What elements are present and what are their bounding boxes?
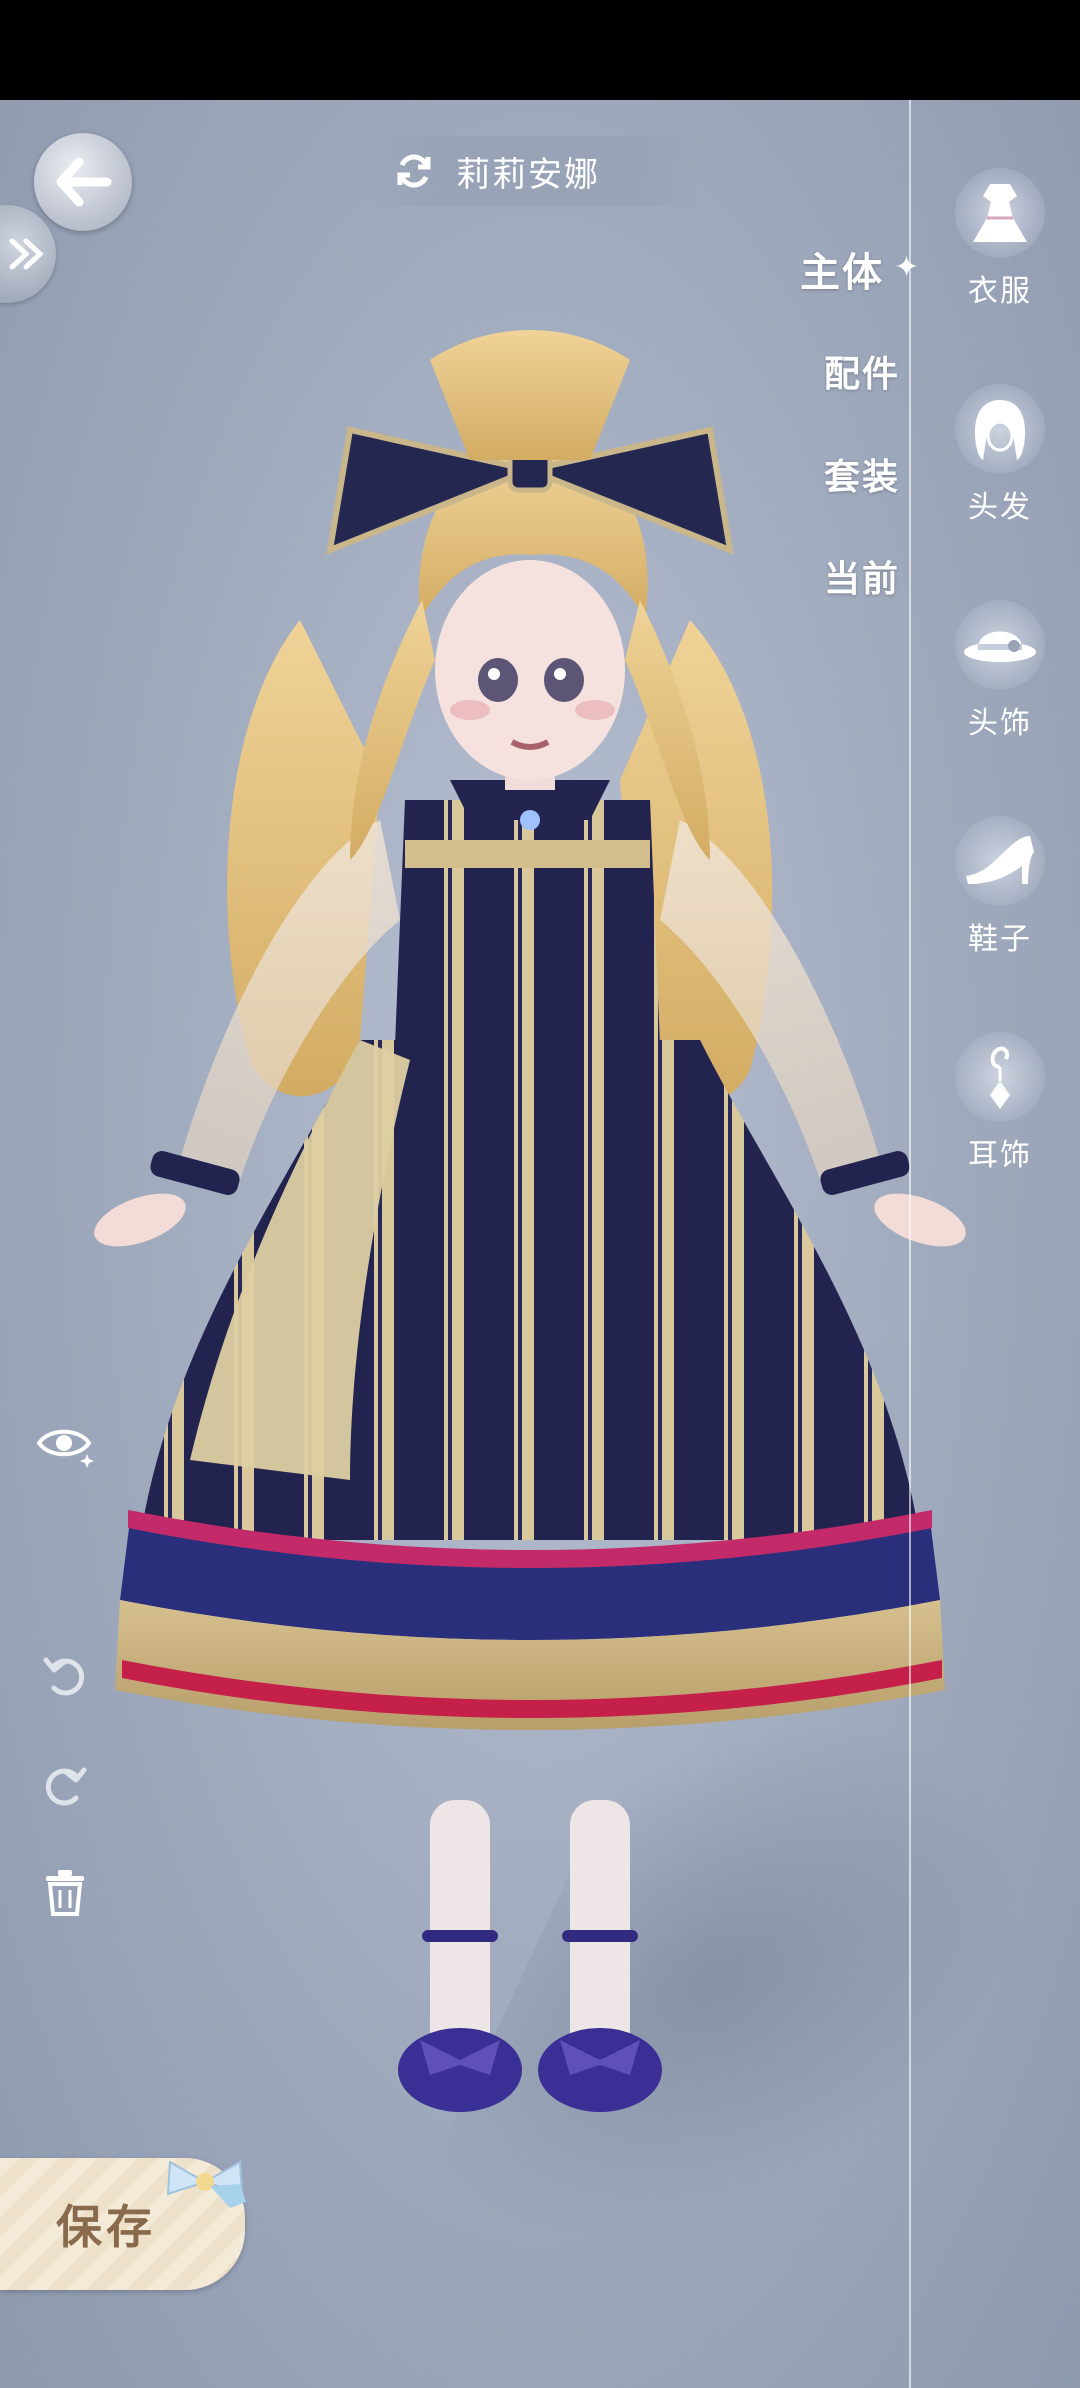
undo-icon <box>43 1657 85 1696</box>
category-hair[interactable]: 头发 <box>945 384 1055 526</box>
redo-button[interactable] <box>30 1750 100 1820</box>
hair-icon <box>955 384 1045 474</box>
dress-icon <box>955 168 1045 258</box>
category-headwear[interactable]: 头饰 <box>945 600 1055 742</box>
delete-button[interactable] <box>30 1858 100 1928</box>
hat-icon <box>955 600 1045 690</box>
eye-sparkle-icon <box>36 1429 94 1468</box>
sparkle-icon: ✦ <box>894 250 920 285</box>
high-heel-icon <box>955 816 1045 906</box>
save-label: 保存 <box>56 2200 156 2254</box>
tab-accessories[interactable]: 配件 <box>824 345 900 397</box>
character-name: 莉莉安娜 <box>456 154 600 195</box>
trash-icon <box>46 1870 84 1916</box>
refresh-swap-icon <box>397 154 431 188</box>
back-arrow-icon <box>56 157 112 207</box>
save-button[interactable]: 保存 <box>0 2158 246 2290</box>
category-earrings[interactable]: 耳饰 <box>945 1032 1055 1174</box>
character-name-switcher[interactable]: 莉莉安娜 <box>370 136 700 206</box>
toggle-visibility-button[interactable] <box>30 1408 100 1478</box>
bow-decoration-icon <box>166 2160 246 2208</box>
tab-current[interactable]: 当前 <box>824 550 900 602</box>
category-shoes[interactable]: 鞋子 <box>945 816 1055 958</box>
expand-panel-button[interactable] <box>0 205 56 303</box>
tab-main[interactable]: 主体 <box>800 240 884 298</box>
earring-icon <box>955 1032 1045 1122</box>
dressup-screen: 莉莉安娜 主体 ✦ 配件 套装 当前 衣服 头发 头饰 鞋子 耳饰 保存 <box>0 100 1080 2388</box>
undo-button[interactable] <box>30 1640 100 1710</box>
redo-icon <box>45 1767 87 1806</box>
menu-divider <box>909 100 911 2388</box>
tab-sets[interactable]: 套装 <box>824 448 900 500</box>
category-clothes[interactable]: 衣服 <box>945 168 1055 310</box>
back-button[interactable] <box>34 133 132 231</box>
double-chevron-right-icon <box>9 238 44 270</box>
